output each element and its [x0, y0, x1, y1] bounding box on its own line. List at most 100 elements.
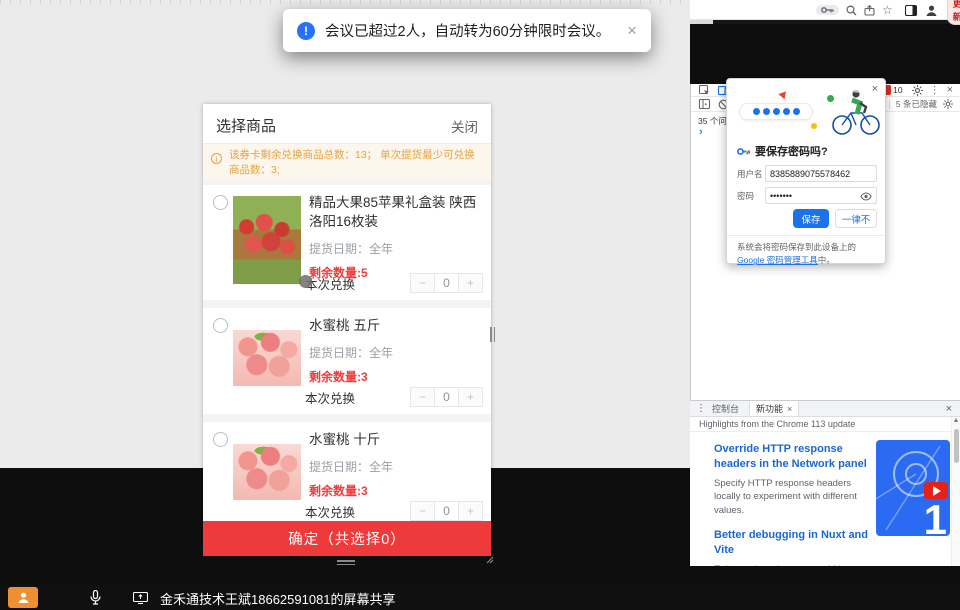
- product-radio[interactable]: [213, 318, 228, 333]
- tab-close-icon[interactable]: ×: [787, 404, 792, 414]
- whats-new-scrollbar[interactable]: ▲: [951, 417, 960, 566]
- stepper-minus-button[interactable]: −: [410, 273, 435, 293]
- coupon-notice: i 该券卡剩余兑换商品总数：13； 单次提货最少可兑换商品数：3;: [203, 144, 491, 181]
- stepper-value[interactable]: 0: [434, 387, 459, 407]
- stepper-minus-button[interactable]: −: [410, 501, 435, 521]
- username-row: 用户名 8385889075578462: [737, 165, 877, 182]
- chrome-version-number: 1: [924, 496, 947, 536]
- save-password-dialog: × 要保存密码吗? 用户名 8385889075578462: [726, 78, 886, 264]
- password-mask: •••••••: [770, 191, 792, 201]
- product-date: 提货日期：全年: [309, 240, 483, 257]
- quantity-stepper: − 0 +: [411, 387, 483, 407]
- whats-new-desc: Specify HTTP response headers locally to…: [714, 477, 870, 518]
- microphone-icon: [90, 590, 101, 605]
- toast-close-icon[interactable]: ×: [627, 21, 637, 41]
- exchange-label: 本次兑换: [305, 388, 355, 407]
- tab-console[interactable]: 控制台: [712, 402, 739, 415]
- stepper-minus-button[interactable]: −: [410, 387, 435, 407]
- never-button[interactable]: 一律不: [835, 209, 877, 228]
- confetti-dot-yellow: [811, 123, 817, 129]
- shared-cursor: [299, 275, 312, 288]
- info-icon: i: [211, 153, 222, 164]
- password-manager-link[interactable]: Google 密码管理工具: [737, 255, 818, 265]
- stepper-plus-button[interactable]: +: [458, 387, 483, 407]
- mobile-header: 选择商品 关闭: [203, 104, 491, 144]
- product-date: 提货日期：全年: [309, 458, 483, 475]
- drawer-close-icon[interactable]: ×: [946, 403, 952, 415]
- product-card: 水蜜桃 五斤 提货日期：全年 剩余数量:3 本次兑换 − 0 +: [203, 308, 491, 414]
- product-image: [233, 196, 301, 284]
- meeting-toast: ! 会议已超过2人，自动转为60分钟限时会议。 ×: [283, 9, 651, 52]
- product-card: 精品大果85苹果礼盒装 陕西洛阳16枚装 提货日期：全年 剩余数量:5 本次兑换…: [203, 185, 491, 300]
- devtools-close-icon[interactable]: ×: [947, 84, 953, 96]
- product-title: 水蜜桃 十斤: [309, 431, 483, 450]
- bookmark-star-icon[interactable]: ☆: [882, 3, 893, 17]
- product-image: [233, 314, 301, 408]
- exchange-label: 本次兑换: [305, 274, 355, 293]
- omnibox-actions: ☆ 更新 ⋮: [816, 0, 960, 20]
- password-label: 密码: [737, 190, 765, 202]
- cyclist-illustration: [829, 87, 881, 137]
- toast-text: 会议已超过2人，自动转为60分钟限时会议。: [325, 20, 619, 41]
- username-field[interactable]: 8385889075578462: [765, 165, 877, 182]
- whats-new-link[interactable]: Better debugging in Nuxt and Vite: [714, 528, 870, 558]
- dialog-footer: 系统会将密码保存到此设备上的 Google 密码管理工具中。: [727, 235, 885, 272]
- viewport-resize-handle-bottom[interactable]: [337, 558, 355, 565]
- password-dots-pill: [739, 103, 813, 120]
- quantity-stepper: − 0 +: [411, 273, 483, 293]
- drawer-tab-bar: ⋮ 控制台 新功能 × ×: [690, 400, 960, 417]
- close-page-button[interactable]: 关闭: [451, 116, 478, 136]
- product-radio[interactable]: [213, 195, 228, 210]
- password-key-icon[interactable]: [816, 5, 839, 15]
- password-field[interactable]: •••••••: [765, 187, 877, 204]
- side-panel-icon[interactable]: [905, 5, 917, 16]
- update-button[interactable]: 更新 ⋮: [947, 0, 960, 25]
- dialog-title-row: 要保存密码吗?: [737, 143, 828, 159]
- console-prompt-icon[interactable]: ›: [699, 126, 703, 138]
- tab-whats-new[interactable]: 新功能 ×: [749, 401, 799, 416]
- whats-new-desc: Enhanced stack trace now hides irrelevan…: [714, 563, 870, 566]
- show-password-eye-icon[interactable]: [860, 192, 872, 201]
- google-password-key-icon: [737, 147, 750, 156]
- profile-avatar-icon[interactable]: [925, 4, 938, 17]
- product-card: 水蜜桃 十斤 提货日期：全年 剩余数量:3 本次兑换 − 0 +: [203, 422, 491, 528]
- product-image: [233, 428, 301, 522]
- viewport-resize-handle-right[interactable]: [490, 327, 496, 342]
- devtools-kebab-icon[interactable]: ⋮: [930, 85, 940, 96]
- inspect-element-icon[interactable]: [699, 85, 710, 96]
- product-title: 精品大果85苹果礼盒装 陕西洛阳16枚装: [309, 194, 483, 232]
- whats-new-link[interactable]: Override HTTP response headers in the Ne…: [714, 442, 870, 472]
- viewport-resize-handle-corner[interactable]: [484, 554, 494, 564]
- product-radio[interactable]: [213, 432, 228, 447]
- youtube-play-icon[interactable]: [924, 482, 948, 499]
- sharer-avatar: [8, 587, 38, 608]
- scroll-up-icon[interactable]: ▲: [953, 417, 960, 424]
- confirm-button[interactable]: 确定（共选择0）: [203, 521, 491, 556]
- scrollbar-thumb[interactable]: [954, 429, 959, 463]
- zoom-icon[interactable]: [846, 5, 857, 16]
- screen-share-icon: [133, 592, 148, 604]
- screen-share-bar: 金禾通技术王斌18662591081的屏幕共享: [0, 585, 960, 610]
- share-icon[interactable]: [864, 5, 875, 16]
- save-button[interactable]: 保存: [793, 209, 829, 228]
- mobile-viewport: 选择商品 关闭 i 该券卡剩余兑换商品总数：13； 单次提货最少可兑换商品数：3…: [203, 104, 491, 556]
- devtools-settings-gear-icon[interactable]: [912, 85, 923, 96]
- whats-new-body: Override HTTP response headers in the Ne…: [690, 432, 960, 566]
- drawer-kebab-icon[interactable]: ⋮: [696, 403, 706, 414]
- product-stock: 剩余数量:3: [309, 482, 483, 499]
- update-label: 更新: [953, 0, 960, 23]
- product-date: 提货日期：全年: [309, 344, 483, 361]
- hidden-messages-label[interactable]: 5 条已隐藏: [896, 98, 937, 110]
- username-label: 用户名: [737, 168, 765, 180]
- console-sidebar-icon[interactable]: [699, 99, 710, 109]
- stepper-plus-button[interactable]: +: [458, 273, 483, 293]
- stepper-value[interactable]: 0: [434, 273, 459, 293]
- chrome-113-thumbnail[interactable]: 1: [876, 440, 950, 536]
- console-settings-gear-icon[interactable]: [943, 99, 953, 109]
- stepper-plus-button[interactable]: +: [458, 501, 483, 521]
- screen: 礼盒营销平台管理中心 × 系统培训学习 × 门店管理中心 × × + —: [0, 0, 960, 610]
- stepper-value[interactable]: 0: [434, 501, 459, 521]
- confetti-triangle: [778, 86, 791, 100]
- exchange-label: 本次兑换: [305, 502, 355, 521]
- info-circle-icon: !: [297, 22, 315, 40]
